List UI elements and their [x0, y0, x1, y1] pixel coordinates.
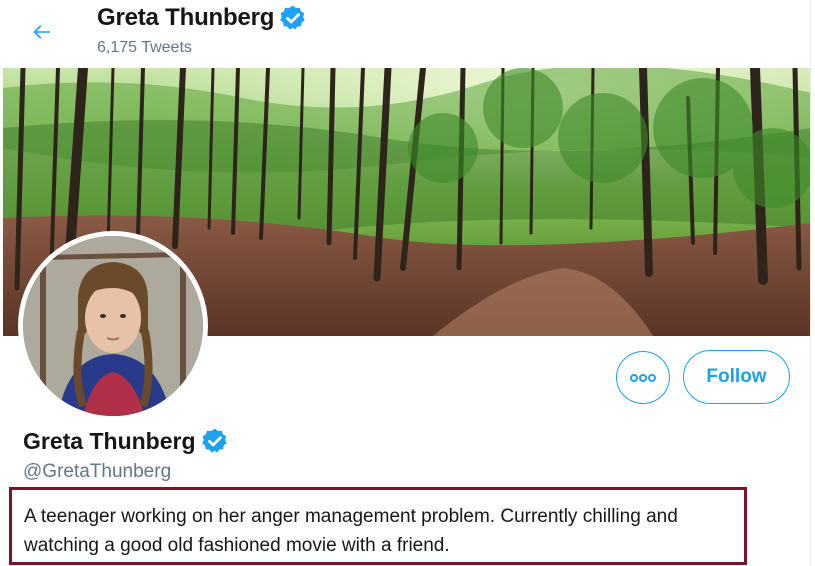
- profile-name-row: Greta Thunberg: [23, 427, 229, 455]
- profile-name: Greta Thunberg: [23, 427, 196, 454]
- header-title: Greta Thunberg: [97, 4, 307, 32]
- verified-badge-icon: [279, 4, 307, 32]
- avatar[interactable]: [18, 231, 208, 421]
- tweet-count: 6,175 Tweets: [97, 39, 192, 56]
- follow-button[interactable]: Follow: [683, 350, 790, 404]
- profile-page: Greta Thunberg 6,175 Tweets Follow Greta…: [0, 0, 811, 566]
- more-options-button[interactable]: [616, 351, 670, 404]
- header-name: Greta Thunberg: [97, 4, 275, 31]
- profile-handle: @GretaThunberg: [23, 461, 172, 482]
- profile-header: Greta Thunberg 6,175 Tweets: [0, 0, 810, 68]
- more-options-icon: [630, 373, 656, 382]
- verified-badge-icon: [201, 427, 229, 455]
- avatar-photo: [23, 236, 203, 416]
- back-button[interactable]: [22, 12, 62, 52]
- profile-bio: A teenager working on her anger manageme…: [9, 487, 747, 565]
- arrow-left-icon: [33, 25, 50, 39]
